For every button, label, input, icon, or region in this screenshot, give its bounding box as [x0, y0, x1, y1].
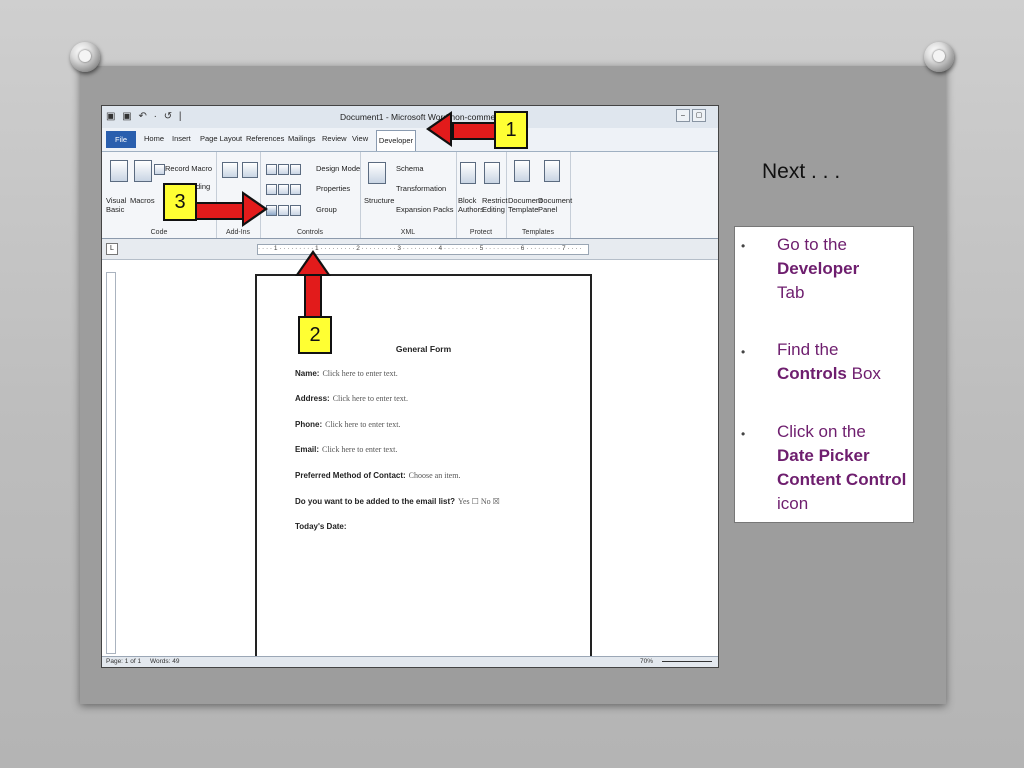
pushpin-icon	[924, 42, 954, 72]
callout-1: 1	[494, 111, 528, 149]
tab-view[interactable]: View	[352, 134, 368, 143]
vertical-ruler	[106, 272, 116, 654]
maximize-button[interactable]: ▢	[692, 109, 706, 122]
title-bar: ▣ ▣ ↶ · ↺ | Document1 - Microsoft Word n…	[102, 106, 718, 129]
group-label-controls: Controls	[260, 229, 360, 236]
group-button[interactable]: Group	[316, 205, 337, 214]
record-macro-icon[interactable]	[154, 164, 165, 175]
zoom-slider[interactable]	[662, 661, 712, 662]
tab-mailings[interactable]: Mailings	[288, 134, 316, 143]
structure-button[interactable]: Structure	[364, 196, 394, 205]
document-template-icon[interactable]	[514, 160, 530, 182]
expansion-packs-button[interactable]: Expansion Packs	[396, 205, 454, 214]
arrow-left-icon	[426, 111, 452, 147]
ribbon-group-templates: Document Template Document Panel Templat…	[506, 152, 571, 238]
visual-basic-button[interactable]: Visual Basic	[106, 196, 126, 214]
block-authors-button[interactable]: Block Authors	[458, 196, 484, 214]
ruler-bar: L · · · · 1 · · · · · · · · · 1 · · · · …	[102, 239, 718, 260]
restrict-editing-button[interactable]: Restrict Editing	[482, 196, 507, 214]
restrict-editing-icon[interactable]	[484, 162, 500, 184]
document-panel-button[interactable]: Document Panel	[538, 196, 572, 214]
minimize-button[interactable]: –	[676, 109, 690, 122]
steps-box: • Go to the Developer Tab • Find the Con…	[734, 226, 914, 523]
page-count[interactable]: Page: 1 of 1	[106, 658, 141, 665]
document-panel-icon[interactable]	[544, 160, 560, 182]
bullet-icon: •	[741, 239, 745, 253]
picture-control-icon[interactable]	[290, 164, 301, 175]
arrow-date-picker-shaft	[192, 202, 244, 220]
tab-review[interactable]: Review	[322, 134, 347, 143]
form-field-contact-method[interactable]: Preferred Method of Contact:Choose an it…	[295, 471, 460, 480]
form-field-email-list[interactable]: Do you want to be added to the email lis…	[295, 497, 500, 506]
drop-down-control-icon[interactable]	[290, 184, 301, 195]
quick-access-toolbar[interactable]: ▣ ▣ ↶ · ↺ |	[106, 111, 183, 122]
callout-3: 3	[163, 183, 197, 221]
legacy-tools-icon[interactable]	[290, 205, 301, 216]
ribbon-group-code: Visual Basic Macros Record Macro ding Co…	[102, 152, 217, 238]
word-count[interactable]: Words: 49	[150, 658, 180, 665]
ribbon-group-controls: Design Mode Properties Group Controls	[260, 152, 361, 238]
schema-button[interactable]: Schema	[396, 164, 424, 173]
step-2: Find the Controls Box	[777, 338, 909, 386]
tab-insert[interactable]: Insert	[172, 134, 191, 143]
pushpin-icon	[70, 42, 100, 72]
arrow-right-icon	[242, 191, 268, 227]
step-1: Go to the Developer Tab	[777, 233, 909, 305]
form-field-name[interactable]: Name:Click here to enter text.	[295, 369, 398, 378]
form-field-email[interactable]: Email:Click here to enter text.	[295, 445, 397, 454]
ribbon-group-protect: Block Authors Restrict Editing Protect	[456, 152, 507, 238]
group-label-protect: Protect	[456, 229, 506, 236]
zoom-level[interactable]: 70%	[640, 658, 653, 665]
form-field-phone[interactable]: Phone:Click here to enter text.	[295, 420, 400, 429]
macros-button[interactable]: Macros	[130, 196, 155, 205]
visual-basic-icon[interactable]	[110, 160, 128, 182]
rich-text-control-icon[interactable]	[266, 164, 277, 175]
tab-file[interactable]: File	[106, 131, 136, 148]
add-ins-icon[interactable]	[222, 162, 238, 178]
next-heading: Next . . .	[762, 160, 840, 184]
step-3: Click on the Date Picker Content Control…	[777, 420, 909, 516]
callout-2: 2	[298, 316, 332, 354]
group-label-templates: Templates	[506, 229, 570, 236]
structure-icon[interactable]	[368, 162, 386, 184]
arrow-up-icon	[295, 250, 331, 276]
checkbox-control-icon[interactable]	[278, 205, 289, 216]
tab-references[interactable]: References	[246, 134, 284, 143]
macros-icon[interactable]	[134, 160, 152, 182]
ribbon-tabs: File Home Insert Page Layout References …	[102, 128, 718, 152]
combo-box-control-icon[interactable]	[278, 184, 289, 195]
tab-home[interactable]: Home	[144, 134, 164, 143]
tab-page-layout[interactable]: Page Layout	[200, 134, 242, 143]
tab-developer[interactable]: Developer	[376, 130, 416, 151]
bullet-icon: •	[741, 345, 745, 359]
status-bar: Page: 1 of 1 Words: 49 70%	[102, 656, 718, 667]
bullet-icon: •	[741, 427, 745, 441]
tab-selector[interactable]: L	[106, 243, 118, 255]
group-label-addins: Add-Ins	[216, 229, 260, 236]
ribbon-group-xml: Structure Schema Transformation Expansio…	[360, 152, 457, 238]
group-label-xml: XML	[360, 229, 456, 236]
record-macro-button[interactable]: Record Macro	[165, 164, 212, 173]
plain-text-control-icon[interactable]	[278, 164, 289, 175]
form-field-address[interactable]: Address:Click here to enter text.	[295, 394, 408, 403]
pause-recording-button[interactable]: ding	[196, 182, 210, 191]
com-add-ins-icon[interactable]	[242, 162, 258, 178]
properties-button[interactable]: Properties	[316, 184, 350, 193]
design-mode-button[interactable]: Design Mode	[316, 164, 360, 173]
form-field-todays-date[interactable]: Today's Date:	[295, 522, 350, 531]
group-label-code: Code	[102, 229, 216, 236]
transformation-button[interactable]: Transformation	[396, 184, 446, 193]
block-authors-icon[interactable]	[460, 162, 476, 184]
